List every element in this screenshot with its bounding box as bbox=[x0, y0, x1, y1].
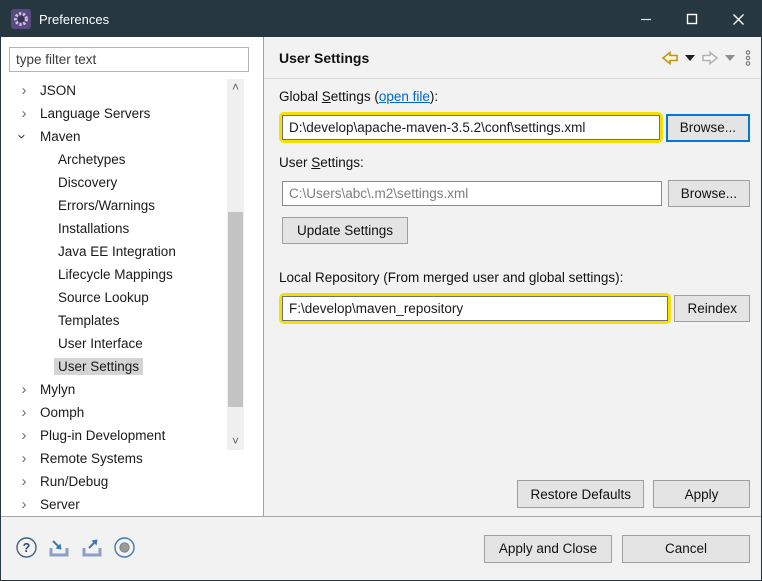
sidebar-item-templates[interactable]: Templates bbox=[1, 309, 225, 332]
chevron-right-icon[interactable]: › bbox=[17, 83, 31, 98]
chevron-down-icon[interactable]: › bbox=[14, 130, 31, 144]
sidebar-item-installations[interactable]: Installations bbox=[1, 217, 225, 240]
close-button[interactable] bbox=[715, 1, 761, 37]
dialog-button-bar: ? Apply and Close Cancel bbox=[1, 516, 761, 580]
tree-scrollbar[interactable]: ˄ ˅ bbox=[227, 79, 244, 450]
import-preferences-icon[interactable] bbox=[47, 536, 71, 562]
maximize-button[interactable] bbox=[669, 1, 715, 37]
chevron-right-icon[interactable]: › bbox=[17, 428, 31, 443]
preference-recorder-icon[interactable] bbox=[113, 536, 136, 562]
chevron-right-icon[interactable]: › bbox=[17, 451, 31, 466]
local-repository-label: Local Repository (From merged user and g… bbox=[279, 270, 624, 285]
global-settings-input[interactable] bbox=[282, 115, 660, 140]
view-menu-icon[interactable] bbox=[745, 49, 751, 66]
update-settings-button[interactable]: Update Settings bbox=[282, 217, 409, 244]
back-history-dropdown-icon[interactable] bbox=[685, 54, 695, 61]
user-browse-button[interactable]: Browse... bbox=[667, 180, 750, 207]
sidebar-item-user-interface[interactable]: User Interface bbox=[1, 332, 225, 355]
global-settings-highlight bbox=[279, 112, 663, 143]
scroll-down-icon[interactable]: ˅ bbox=[227, 433, 244, 450]
apply-button[interactable]: Apply bbox=[653, 480, 750, 508]
sidebar-item-server[interactable]: › Server bbox=[1, 493, 225, 514]
restore-defaults-button[interactable]: Restore Defaults bbox=[517, 480, 644, 508]
sidebar-item-lifecycle-mappings[interactable]: Lifecycle Mappings bbox=[1, 263, 225, 286]
sidebar-item-json[interactable]: › JSON bbox=[1, 79, 225, 102]
scroll-up-icon[interactable]: ˄ bbox=[227, 79, 244, 96]
chevron-right-icon[interactable]: › bbox=[17, 106, 31, 121]
local-repository-row: Reindex bbox=[279, 293, 750, 324]
back-button[interactable] bbox=[661, 50, 679, 66]
page-header: User Settings bbox=[264, 37, 761, 79]
sidebar-item-mylyn[interactable]: › Mylyn bbox=[1, 378, 225, 401]
minimize-button[interactable] bbox=[623, 1, 669, 37]
chevron-right-icon[interactable]: › bbox=[17, 382, 31, 397]
user-settings-wrap bbox=[279, 178, 665, 209]
chevron-right-icon[interactable]: › bbox=[17, 405, 31, 420]
sidebar-item-errors-warnings[interactable]: Errors/Warnings bbox=[1, 194, 225, 217]
help-icon[interactable]: ? bbox=[15, 536, 38, 562]
sidebar-item-java-ee-integration[interactable]: Java EE Integration bbox=[1, 240, 225, 263]
cancel-button[interactable]: Cancel bbox=[622, 534, 750, 563]
forward-button[interactable] bbox=[701, 50, 719, 66]
page-footer: Restore Defaults Apply bbox=[264, 480, 761, 516]
local-repository-highlight bbox=[279, 293, 672, 324]
preferences-sidebar: ›JSON ›Language Servers ›Maven Archetype… bbox=[1, 37, 264, 516]
apply-and-close-button[interactable]: Apply and Close bbox=[484, 534, 612, 563]
export-preferences-icon[interactable] bbox=[80, 536, 104, 562]
sidebar-item-maven[interactable]: › Maven bbox=[1, 125, 225, 148]
svg-text:?: ? bbox=[23, 541, 31, 555]
preferences-gear-icon bbox=[11, 9, 31, 29]
reindex-button[interactable]: Reindex bbox=[674, 295, 750, 322]
forward-history-dropdown-icon[interactable] bbox=[725, 54, 735, 61]
user-settings-row: Browse... bbox=[279, 178, 750, 209]
global-settings-label: Global Settings (open file): bbox=[279, 89, 439, 104]
sidebar-item-language-servers[interactable]: › Language Servers bbox=[1, 102, 225, 125]
update-settings-row: Update Settings bbox=[282, 217, 750, 244]
sidebar-item-oomph[interactable]: › Oomph bbox=[1, 401, 225, 424]
footer-icons: ? bbox=[15, 536, 136, 562]
window-title: Preferences bbox=[39, 11, 110, 27]
page-title: User Settings bbox=[279, 49, 370, 66]
sidebar-item-source-lookup[interactable]: Source Lookup bbox=[1, 286, 225, 309]
preferences-dialog: Preferences ›JSON ›Language Servers ›Mav… bbox=[0, 0, 762, 581]
sidebar-item-user-settings[interactable]: User Settings bbox=[1, 355, 225, 378]
global-browse-button[interactable]: Browse... bbox=[665, 113, 750, 142]
user-settings-page: User Settings Global Settings (open file… bbox=[264, 37, 761, 516]
chevron-right-icon[interactable]: › bbox=[17, 497, 31, 512]
sidebar-item-archetypes[interactable]: Archetypes bbox=[1, 148, 225, 171]
titlebar: Preferences bbox=[1, 1, 761, 37]
preferences-tree: › JSON › Language Servers › Maven Archetype… bbox=[1, 79, 225, 514]
user-settings-label: User Settings: bbox=[279, 155, 364, 170]
sidebar-item-remote-systems[interactable]: › Remote Systems bbox=[1, 447, 225, 470]
chevron-right-icon[interactable]: › bbox=[17, 474, 31, 489]
local-repository-input[interactable] bbox=[282, 296, 669, 321]
user-settings-input[interactable] bbox=[282, 181, 662, 206]
sidebar-item-run-debug[interactable]: › Run/Debug bbox=[1, 470, 225, 493]
filter-input[interactable] bbox=[9, 47, 249, 72]
dialog-body: ›JSON ›Language Servers ›Maven Archetype… bbox=[1, 37, 761, 516]
scrollbar-thumb[interactable] bbox=[228, 212, 243, 407]
sidebar-item-plugin-development[interactable]: › Plug-in Development bbox=[1, 424, 225, 447]
global-settings-row: Browse... bbox=[279, 112, 750, 143]
open-file-link[interactable]: open file bbox=[379, 89, 430, 104]
page-content: Global Settings (open file): Browse... U… bbox=[264, 79, 761, 480]
sidebar-item-discovery[interactable]: Discovery bbox=[1, 171, 225, 194]
